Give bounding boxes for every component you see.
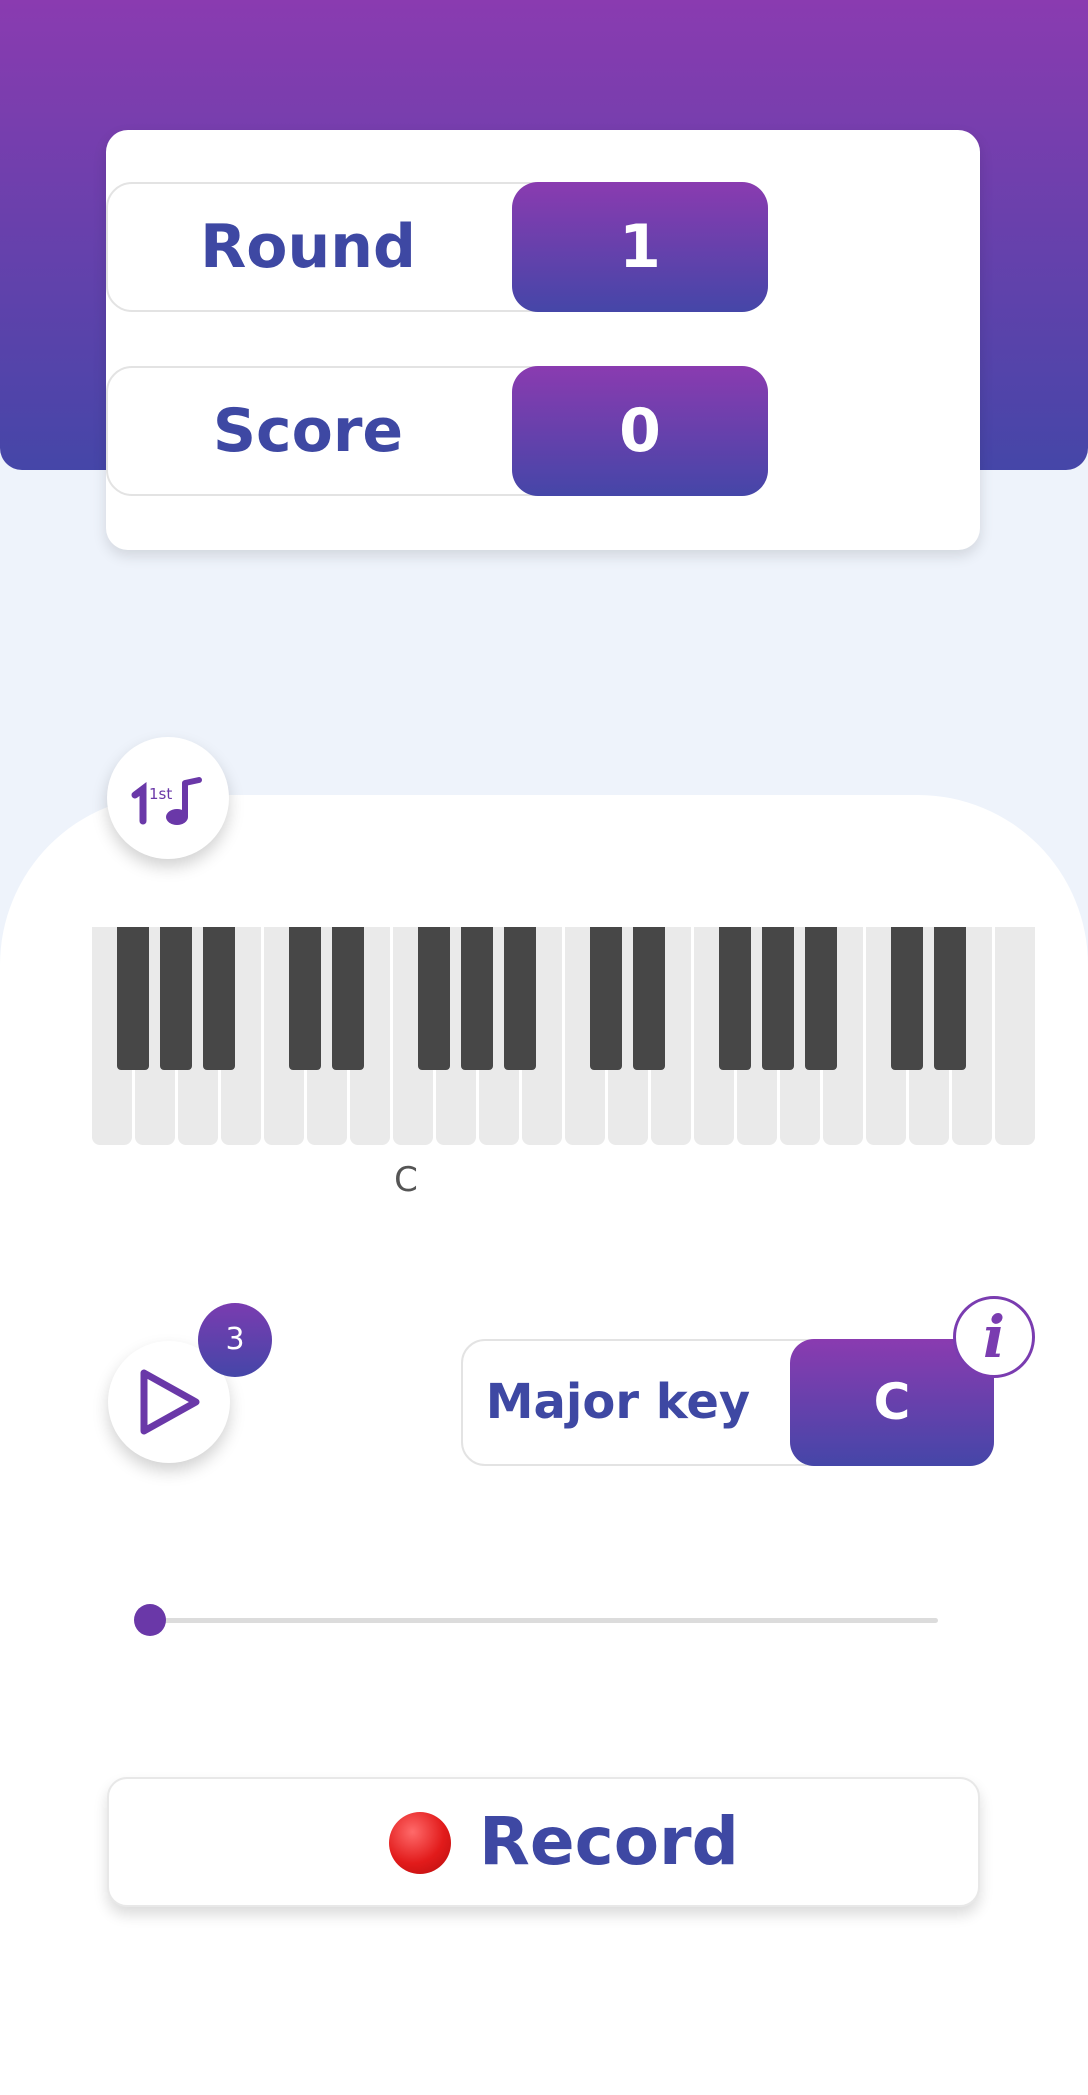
round-display: Round 1 bbox=[106, 182, 768, 312]
black-key[interactable] bbox=[332, 927, 364, 1070]
black-key[interactable] bbox=[504, 927, 536, 1070]
black-key[interactable] bbox=[719, 927, 751, 1070]
round-label: Round bbox=[200, 212, 416, 282]
black-key[interactable] bbox=[418, 927, 450, 1070]
progress-slider-thumb[interactable] bbox=[134, 1604, 166, 1636]
score-value: 0 bbox=[512, 366, 768, 496]
black-key[interactable] bbox=[934, 927, 966, 1070]
score-display: Score 0 bbox=[106, 366, 768, 496]
play-count-badge: 3 bbox=[198, 1303, 272, 1377]
record-button[interactable]: Record bbox=[107, 1777, 980, 1907]
record-label: Record bbox=[479, 1803, 739, 1880]
black-key[interactable] bbox=[203, 927, 235, 1070]
info-icon[interactable]: i bbox=[953, 1296, 1035, 1378]
score-label: Score bbox=[212, 396, 404, 466]
black-key[interactable] bbox=[461, 927, 493, 1070]
black-key[interactable] bbox=[590, 927, 622, 1070]
black-key[interactable] bbox=[633, 927, 665, 1070]
first-note-button[interactable]: 1st bbox=[107, 737, 229, 859]
round-value: 1 bbox=[512, 182, 768, 312]
piano-keyboard[interactable] bbox=[92, 927, 1035, 1145]
black-key[interactable] bbox=[762, 927, 794, 1070]
record-dot-icon bbox=[389, 1812, 451, 1874]
major-key-selector[interactable]: Major key C bbox=[461, 1339, 994, 1466]
major-key-label: Major key bbox=[485, 1374, 751, 1430]
first-note-music-icon: 1st bbox=[131, 777, 202, 825]
black-key[interactable] bbox=[891, 927, 923, 1070]
first-note-text: 1st bbox=[149, 785, 172, 803]
progress-slider-track[interactable] bbox=[150, 1618, 938, 1623]
black-key[interactable] bbox=[805, 927, 837, 1070]
note-label: C bbox=[394, 1160, 418, 1200]
white-key[interactable] bbox=[995, 927, 1035, 1145]
black-key[interactable] bbox=[117, 927, 149, 1070]
black-key[interactable] bbox=[160, 927, 192, 1070]
black-key[interactable] bbox=[289, 927, 321, 1070]
